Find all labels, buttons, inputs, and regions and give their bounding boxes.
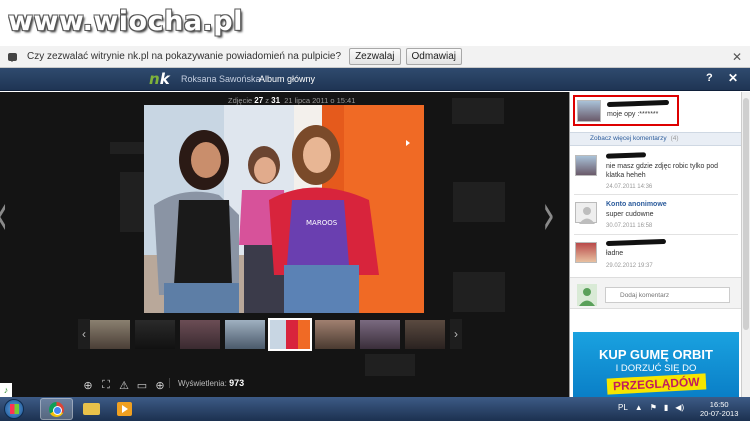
folder-icon [83, 403, 100, 415]
ad-tagline: PRZEGLĄDÓW [606, 373, 706, 395]
previous-photo-arrow[interactable]: ‹ [0, 180, 8, 248]
speech-bubble-icon [8, 52, 17, 62]
user-silhouette-icon [579, 207, 595, 224]
windows-taskbar: PL ▲ ⚑ ▮ ◀) 16:50 20-07-2013 [0, 397, 750, 421]
watermark-strip: www.wiocha.pl [0, 0, 750, 46]
show-more-comments-link[interactable]: Zobacz więcej komentarzy (4) [570, 132, 742, 146]
comment-text: ładne [606, 250, 624, 257]
ad-headline: KUP GUMĘ ORBIT [599, 347, 713, 362]
slideshow-icon[interactable]: ▭ [134, 377, 150, 393]
clock[interactable]: 16:50 20-07-2013 [700, 400, 738, 418]
ad-subline: I DORZUĆ SIĘ DO [615, 363, 697, 374]
thumbnail-prev-button[interactable]: ‹ [78, 319, 90, 349]
taskbar-chrome[interactable] [40, 398, 73, 420]
deny-button[interactable]: Odmawiaj [405, 48, 462, 65]
comments-panel: moje opy :******* Zobacz więcej komentar… [569, 92, 742, 397]
photo-image: MAROOS [144, 105, 424, 313]
divider [574, 194, 738, 195]
comment-date: 29.02.2012 19:37 [606, 263, 653, 269]
background-page-tab [110, 142, 145, 154]
comment-author[interactable]: Konto anonimowe [606, 201, 667, 208]
network-icon[interactable]: ▮ [664, 403, 668, 412]
thumbnail[interactable] [135, 319, 175, 349]
thumbnail[interactable] [225, 319, 265, 349]
help-button[interactable]: ? [706, 72, 713, 84]
nk-header: nk Roksana Sawońska Album główny ? ✕ [0, 68, 750, 91]
own-avatar [577, 284, 597, 306]
thumbnail-next-button[interactable]: › [450, 319, 462, 349]
redacted-name [605, 238, 667, 247]
comment-compose [570, 277, 742, 309]
redacted-name [605, 152, 647, 159]
avatar[interactable] [577, 100, 601, 122]
photo-caption: Zdjęcie 27 z 31 21 lipca 2011 o 15:41 [228, 96, 356, 105]
scrollbar[interactable] [741, 92, 750, 397]
view-counter: Wyświetlenia: 973 [169, 378, 244, 388]
background-page-image [453, 182, 505, 222]
comment-text: nie masz gdzie zdjęc robic tylko pod kla… [606, 163, 719, 179]
close-button[interactable]: ✕ [728, 71, 738, 85]
thumbnail-selected[interactable] [268, 317, 312, 351]
thumbnail[interactable] [360, 319, 400, 349]
background-page-image [365, 354, 415, 376]
notification-message: Czy zezwalać witrynie nk.pl na pokazywan… [27, 51, 342, 62]
advertisement-banner[interactable]: KUP GUMĘ ORBIT I DORZUĆ SIĘ DO PRZEGLĄDÓ… [573, 332, 739, 397]
next-photo-arrow[interactable]: › [542, 180, 555, 248]
taskbar-explorer[interactable] [75, 398, 108, 420]
watermark-text: www.wiocha.pl [8, 6, 243, 37]
notification-bar: Czy zezwalać witrynie nk.pl na pokazywan… [0, 46, 750, 68]
avatar[interactable] [575, 242, 597, 263]
comment-input[interactable] [605, 287, 730, 303]
thumbnail[interactable] [90, 319, 130, 349]
thumbnail-strip: ‹ › [78, 317, 491, 351]
taskbar-media-player[interactable] [108, 398, 141, 420]
zoom-icon[interactable]: ⊕ [80, 377, 96, 393]
nk-logo[interactable]: nk [149, 70, 170, 88]
user-silhouette-icon [579, 288, 595, 306]
svg-text:MAROOS: MAROOS [306, 219, 338, 227]
comment-text: moje opy :******* [607, 111, 659, 118]
scrollbar-thumb[interactable] [743, 98, 749, 330]
tray-arrow-icon[interactable]: ▲ [635, 403, 643, 412]
flag-icon[interactable]: ⚑ [650, 403, 657, 412]
close-icon[interactable]: ✕ [732, 50, 742, 64]
photo-toolbar: ⊕ ⛶ ⚠ ▭ ⊕ [80, 376, 170, 394]
anonymous-avatar [575, 202, 597, 224]
redacted-name [606, 99, 670, 108]
start-button[interactable] [4, 399, 24, 419]
breadcrumb-user[interactable]: Roksana Sawońska [181, 74, 261, 84]
divider [574, 234, 738, 235]
comment-date: 30.07.2011 16:58 [606, 223, 653, 229]
report-warning-icon[interactable]: ⚠ [116, 377, 132, 393]
media-player-icon [117, 402, 132, 416]
tag-person-icon[interactable]: ⊕ [152, 377, 168, 393]
language-indicator[interactable]: PL [618, 403, 628, 412]
highlighted-comment: moje opy :******* [573, 95, 679, 126]
photo-viewer: Zdjęcie 27 z 31 21 lipca 2011 o 15:41 ‹ … [0, 92, 569, 397]
chrome-icon [49, 402, 64, 417]
fullscreen-icon[interactable]: ⛶ [98, 377, 114, 393]
comment-date: 24.07.2011 14:36 [606, 184, 653, 190]
thumbnail[interactable] [405, 319, 445, 349]
allow-button[interactable]: Zezwalaj [349, 48, 401, 65]
main-photo: MAROOS [144, 105, 424, 313]
avatar[interactable] [575, 155, 597, 176]
background-page-image [453, 272, 505, 312]
thumbnail[interactable] [180, 319, 220, 349]
volume-icon[interactable]: ◀) [675, 403, 684, 412]
background-page-image [120, 172, 145, 232]
status-badge-icon: ♪ [0, 383, 12, 397]
windows-logo-icon [10, 404, 19, 414]
system-tray: PL ▲ ⚑ ▮ ◀) [618, 403, 684, 412]
comment-text: super cudowne [606, 211, 654, 218]
thumbnail[interactable] [315, 319, 355, 349]
breadcrumb-album[interactable]: Album główny [259, 74, 315, 84]
background-page-image [452, 98, 504, 124]
